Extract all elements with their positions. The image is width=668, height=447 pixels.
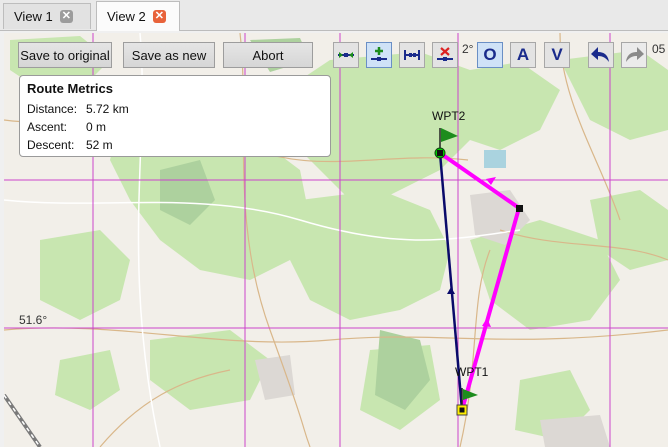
tab-view-1[interactable]: View 1 ✕ [3,3,91,29]
distance-row: Distance: 5.72 km [27,100,330,118]
abort-button[interactable]: Abort [223,42,313,68]
descent-value: 52 m [86,138,113,152]
waypoint-label: WPT2 [432,109,466,123]
waypoint-label: WPT1 [455,365,489,379]
mode-a-button[interactable]: A [510,42,536,68]
descent-row: Descent: 52 m [27,136,330,154]
descent-label: Descent: [27,138,75,152]
mode-o-button[interactable]: O [477,42,503,68]
move-points-icon[interactable] [333,42,359,68]
graticule-lon-label: 2° [462,42,474,56]
undo-icon[interactable] [588,42,614,68]
tab-label: View 1 [14,9,53,24]
tab-view-2[interactable]: View 2 ✕ [96,1,180,31]
route-metrics-title: Route Metrics [27,81,113,96]
ascent-label: Ascent: [27,120,68,134]
tab-bar: View 1 ✕ View 2 ✕ [0,0,668,31]
route-vertex [516,205,523,212]
save-as-new-button[interactable]: Save as new [123,42,215,68]
add-point-icon[interactable] [366,42,392,68]
route-metrics-panel: Route Metrics Distance: 5.72 km Ascent: … [19,75,331,157]
close-icon[interactable]: ✕ [152,10,166,23]
tab-label: View 2 [107,9,146,24]
ascent-row: Ascent: 0 m [27,118,330,136]
distance-value: 5.72 km [86,102,129,116]
save-to-original-button[interactable]: Save to original [18,42,112,68]
delete-point-icon[interactable] [432,42,458,68]
close-icon[interactable]: ✕ [59,10,73,23]
graticule-lon-label: 05 [652,42,666,56]
distance-label: Distance: [27,102,78,116]
ascent-value: 0 m [86,120,107,134]
graticule-lat-label: 51.6° [19,313,48,327]
insert-points-icon[interactable] [399,42,425,68]
mode-v-button[interactable]: V [544,42,570,68]
redo-icon[interactable] [621,42,647,68]
